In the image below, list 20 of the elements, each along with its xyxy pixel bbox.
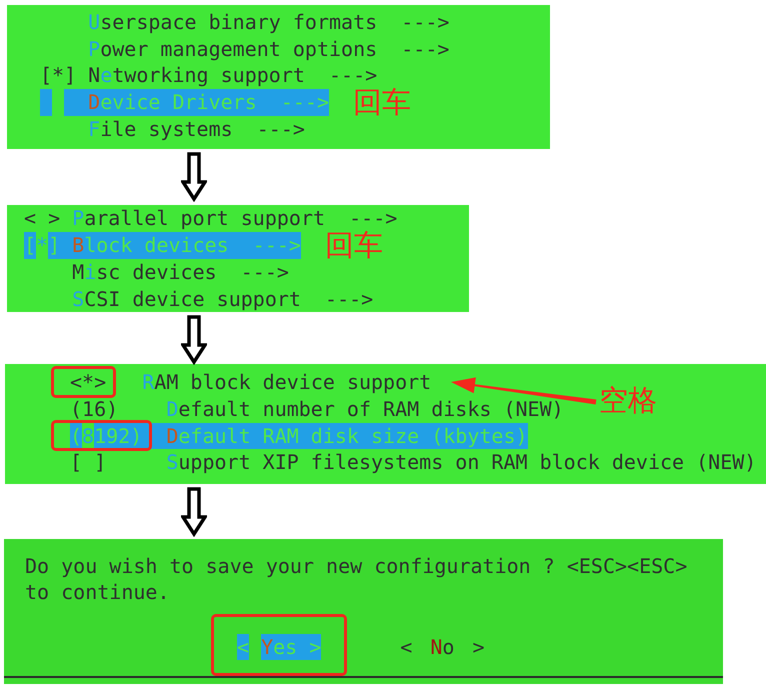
option-value[interactable]: < > (24, 205, 60, 232)
down-arrow-icon (181, 315, 207, 366)
menu-item[interactable]: [ ] Support XIP filesystems on RAM block device (NEW) (70, 449, 756, 476)
menu-item[interactable]: <*> RAM block device support (70, 369, 432, 396)
menu-item[interactable]: Misc devices ---> (24, 258, 289, 286)
down-arrow-icon (181, 486, 207, 537)
annotation-label: 回车 (324, 227, 383, 264)
option-value[interactable]: (16) (70, 396, 118, 423)
dialog-button[interactable]: < No > (400, 634, 485, 660)
dialog-message: Do you wish to save your new configuration ? <ESC><ESC> to continue. (25, 552, 688, 605)
menu-item[interactable]: (16) Default number of RAM disks (NEW) (70, 396, 564, 423)
menu-item[interactable]: Power management options ---> (40, 36, 450, 62)
menu-item[interactable]: SCSI device support ---> (24, 286, 374, 312)
option-value[interactable]: <*> (70, 369, 106, 396)
menu-item[interactable]: File systems ---> (40, 116, 305, 142)
annotation-label: 空格 (599, 382, 658, 420)
menu-item[interactable]: Userspace binary formats ---> (40, 9, 450, 36)
option-value[interactable]: [ ] (70, 449, 106, 476)
option-value[interactable]: [*] (40, 62, 76, 90)
down-arrow-icon (181, 152, 207, 202)
